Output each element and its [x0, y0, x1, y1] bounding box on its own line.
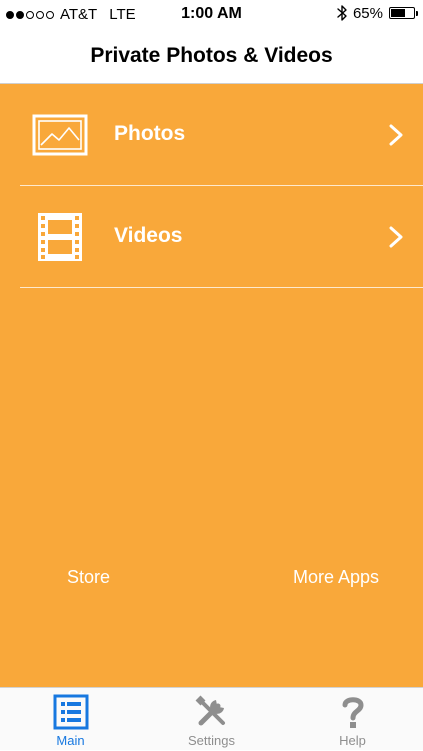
store-link[interactable]: Store [67, 567, 110, 588]
battery-icon [389, 7, 418, 19]
videos-row[interactable]: Videos [20, 186, 423, 288]
bluetooth-icon [337, 5, 347, 21]
tab-settings-label: Settings [188, 733, 235, 748]
tab-main-label: Main [56, 733, 85, 748]
tab-bar: Main Settings Help [0, 687, 423, 750]
tab-help-label: Help [339, 733, 366, 748]
list-grid-icon [53, 694, 88, 730]
photos-label: Photos [114, 122, 186, 145]
main-content: Photos Videos Store More Apps [0, 84, 423, 687]
battery-percent: 65% [352, 4, 383, 22]
photos-row[interactable]: Photos [20, 84, 423, 186]
videos-label: Videos [114, 224, 183, 247]
chevron-right-icon [389, 226, 403, 248]
page-title: Private Photos & Videos [90, 44, 333, 67]
navigation-bar: Private Photos & Videos [0, 30, 423, 84]
status-bar: AT&T LTE 1:00 AM 65% [0, 0, 423, 30]
more-apps-link[interactable]: More Apps [293, 567, 379, 588]
film-strip-icon [38, 213, 82, 261]
tab-help[interactable]: Help [282, 688, 423, 751]
picture-frame-icon [32, 114, 88, 156]
wrench-screwdriver-icon [195, 695, 225, 726]
chevron-right-icon [389, 124, 403, 146]
tab-main[interactable]: Main [0, 688, 141, 751]
battery-level-fill [391, 9, 405, 17]
status-right: 65% [337, 4, 418, 22]
tab-settings[interactable]: Settings [141, 688, 282, 751]
question-mark-icon [342, 697, 364, 728]
